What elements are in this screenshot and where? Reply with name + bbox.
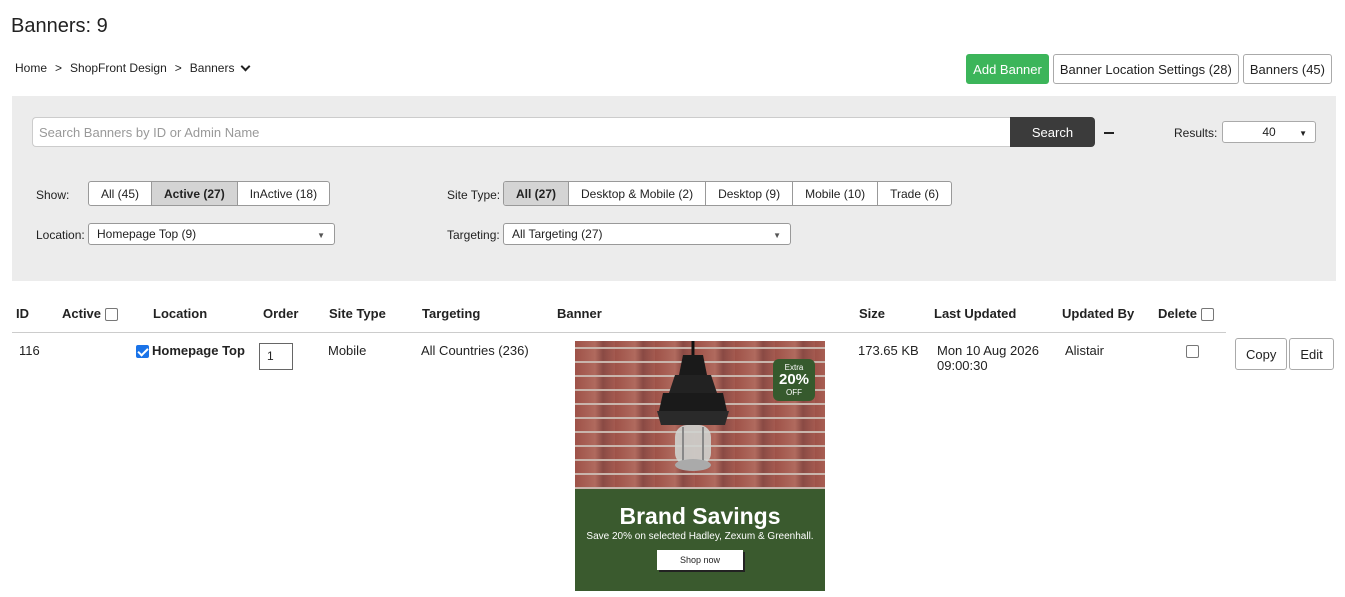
header-id: ID [12,296,58,333]
top-actions: Add Banner Banner Location Settings (28)… [966,54,1332,84]
banners-table: ID Active Location Order Site Type Targe… [12,296,1345,591]
header-targeting: Targeting [418,296,553,333]
breadcrumb: Home > ShopFront Design > Banners [15,61,251,75]
banner-image[interactable]: Extra 20% OFF Brand Savings Save 20% on … [575,340,825,591]
site-type-filter: All (27) Desktop & Mobile (2) Desktop (9… [503,181,953,206]
badge-percent: 20% [778,370,810,388]
header-last-updated: Last Updated [930,296,1058,333]
targeting-select[interactable]: All Targeting (27) ▼ [503,223,791,245]
header-order: Order [259,296,325,333]
row-site-type: Mobile [328,342,367,358]
header-active: Active [58,296,149,333]
row-order-input[interactable]: 1 [259,342,293,370]
row-id: 116 [19,342,40,358]
dropdown-arrow-icon: ▼ [317,231,325,240]
row-order-cell: 1 [259,332,325,591]
location-label: Location: [36,228,85,242]
site-type-desktop-mobile-option[interactable]: Desktop & Mobile (2) [569,182,707,205]
row-active-cell [58,332,149,591]
header-site-type: Site Type [325,296,418,333]
header-banner: Banner [553,296,855,333]
location-value: Homepage Top (9) [97,227,197,241]
chevron-down-icon[interactable] [241,61,251,71]
breadcrumb-shopfront-design[interactable]: ShopFront Design [70,61,167,75]
show-label: Show: [36,188,70,202]
select-all-active-checkbox[interactable] [104,308,118,322]
row-last-updated: Mon 10 Aug 2026 09:00:30 [930,332,1058,591]
row-last-updated-date: Mon 10 Aug 2026 [937,342,1039,358]
header-delete: Delete [1154,296,1226,333]
breadcrumb-separator: > [174,61,182,75]
breadcrumb-banners[interactable]: Banners [190,61,235,75]
row-banner-cell: Extra 20% OFF Brand Savings Save 20% on … [553,332,855,591]
show-inactive-option[interactable]: InActive (18) [238,182,329,205]
targeting-label: Targeting: [447,228,500,242]
edit-button[interactable]: Edit [1289,338,1334,370]
row-location: Homepage Top [152,342,245,358]
header-delete-label: Delete [1158,306,1198,322]
location-select[interactable]: Homepage Top (9) ▼ [88,223,335,245]
show-active-option[interactable]: Active (27) [152,182,238,205]
row-last-updated-time: 09:00:30 [937,357,988,373]
banner-shop-now-button: Shop now [657,549,743,570]
header-active-label: Active [62,306,102,322]
row-action-buttons: Copy Edit [1235,338,1345,370]
results-select[interactable]: 40 ▼ [1222,121,1316,143]
dropdown-arrow-icon: ▼ [773,231,781,240]
copy-button[interactable]: Copy [1235,338,1288,370]
page-title: Banners: 9 [11,15,108,37]
show-filter: All (45) Active (27) InActive (18) [88,181,331,206]
row-active-checkbox[interactable] [136,344,149,358]
table-header-row: ID Active Location Order Site Type Targe… [12,296,1345,333]
header-size: Size [855,296,930,333]
breadcrumb-separator: > [55,61,63,75]
search-bar: Search Banners by ID or Admin Name Searc… [32,117,1095,147]
results-label: Results: [1174,126,1218,140]
row-size: 173.65 KB [858,342,919,358]
breadcrumb-home[interactable]: Home [15,61,47,75]
site-type-mobile-option[interactable]: Mobile (10) [793,182,879,205]
header-location: Location [149,296,259,333]
targeting-value: All Targeting (27) [512,227,603,241]
row-delete-checkbox[interactable] [1186,344,1199,358]
banner-promo-area: Brand Savings Save 20% on selected Hadle… [575,488,825,591]
badge-off: OFF [786,387,802,397]
row-updated-by: Alistair [1065,342,1105,358]
dropdown-arrow-icon: ▼ [1299,129,1307,138]
add-banner-button[interactable]: Add Banner [966,54,1049,84]
select-all-delete-checkbox[interactable] [1200,308,1214,322]
row-targeting: All Countries (236) [421,342,529,358]
discount-badge: Extra 20% OFF [773,358,815,401]
show-all-option[interactable]: All (45) [89,182,153,205]
header-updated-by: Updated By [1058,296,1154,333]
site-type-label: Site Type: [447,188,501,202]
site-type-all-option[interactable]: All (27) [504,182,570,205]
site-type-desktop-option[interactable]: Desktop (9) [706,182,794,205]
results-value: 40 [1262,125,1276,139]
banner-headline: Brand Savings [619,502,781,529]
header-actions [1226,296,1345,332]
row-delete-cell [1154,332,1226,591]
collapse-icon[interactable] [1104,132,1114,134]
banner-location-settings-button[interactable]: Banner Location Settings (28) [1052,54,1239,84]
banner-subline: Save 20% on selected Hadley, Zexum & Gre… [586,530,814,542]
search-button[interactable]: Search [1010,117,1095,147]
banners-button[interactable]: Banners (45) [1242,54,1332,84]
table-row: 116 Homepage Top 1 Mobile All Countries … [12,332,1345,591]
search-input[interactable]: Search Banners by ID or Admin Name [32,117,1010,147]
filter-panel: Search Banners by ID or Admin Name Searc… [12,96,1336,281]
row-actions: Copy Edit [1226,332,1345,591]
site-type-trade-option[interactable]: Trade (6) [878,182,951,205]
